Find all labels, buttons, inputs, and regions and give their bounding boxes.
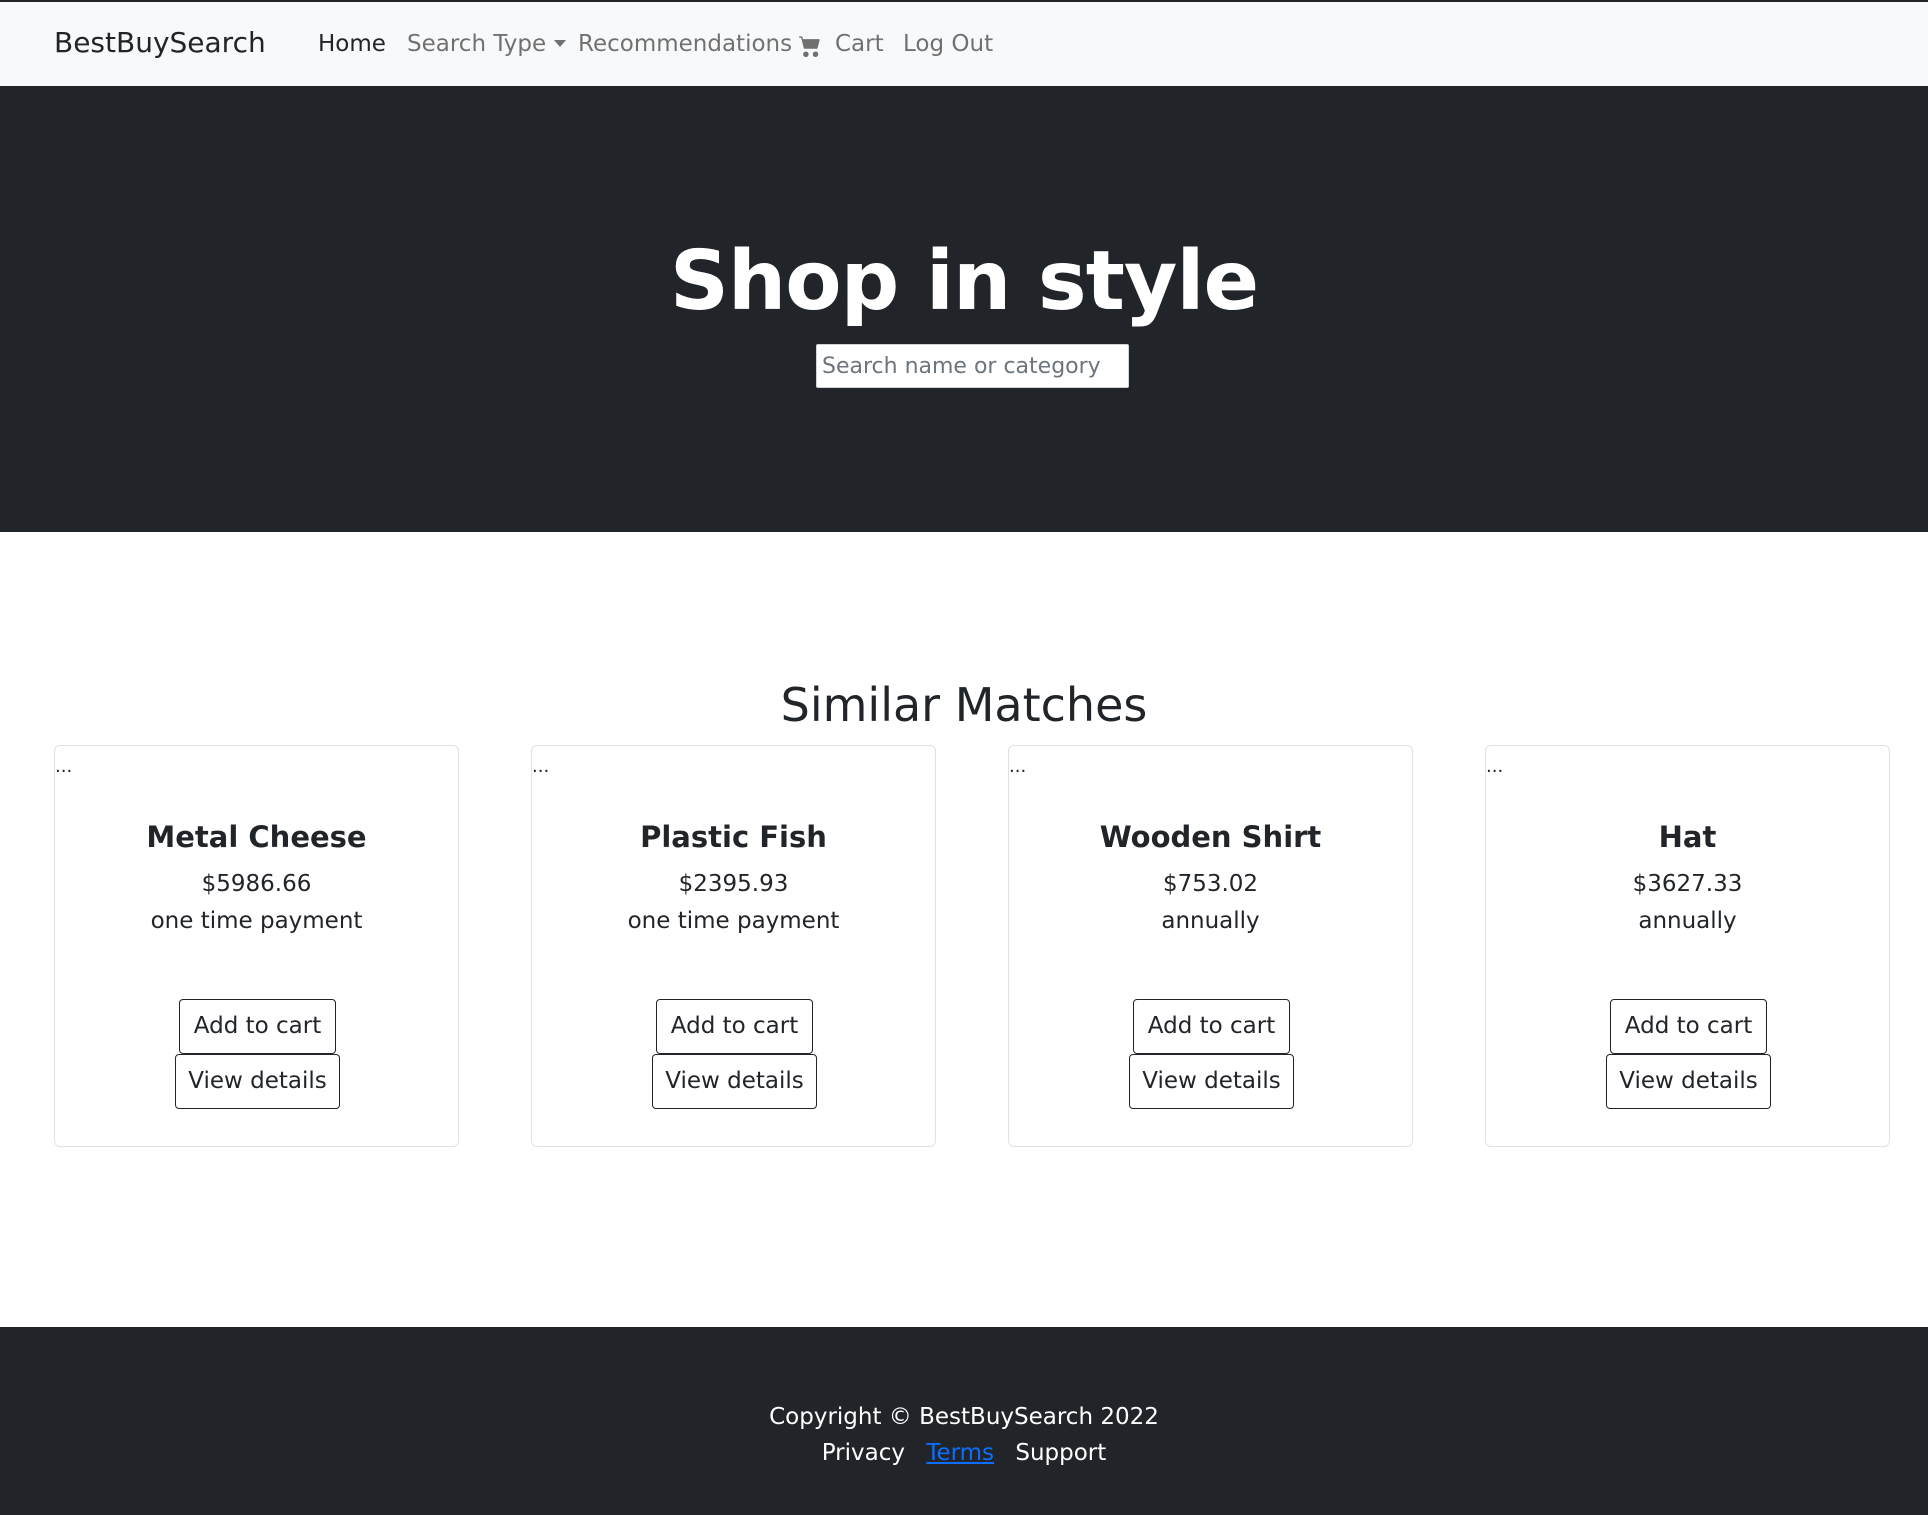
nav-cart[interactable]: Cart — [835, 31, 884, 57]
shopping-cart-icon[interactable] — [798, 35, 822, 57]
hero-title: Shop in style — [669, 234, 1259, 329]
search-input[interactable] — [816, 344, 1129, 388]
chevron-down-icon — [554, 40, 567, 47]
product-price: $753.02 — [1162, 871, 1259, 897]
product-price: $5986.66 — [201, 871, 312, 897]
footer: Copyright © BestBuySearch 2022 Privacy T… — [0, 1327, 1928, 1515]
view-details-button[interactable]: View details — [1606, 1054, 1771, 1109]
product-payment-term: one time payment — [150, 908, 363, 934]
product-image-placeholder: ... — [1486, 756, 1504, 777]
product-card: ... Metal Cheese $5986.66 one time payme… — [54, 745, 459, 1147]
view-details-button[interactable]: View details — [652, 1054, 817, 1109]
footer-privacy-link[interactable]: Privacy — [822, 1440, 905, 1466]
view-details-button[interactable]: View details — [175, 1054, 340, 1109]
product-name: Wooden Shirt — [1099, 820, 1322, 854]
product-name: Hat — [1658, 820, 1717, 854]
nav-search-type-dropdown[interactable]: Search Type — [407, 31, 567, 57]
navbar: BestBuySearch Home Search Type Recommend… — [0, 2, 1928, 86]
add-to-cart-button[interactable]: Add to cart — [1610, 999, 1767, 1054]
footer-links: Privacy Terms Support — [0, 1440, 1928, 1466]
add-to-cart-button[interactable]: Add to cart — [179, 999, 336, 1054]
similar-matches-title: Similar Matches — [780, 678, 1148, 732]
product-payment-term: one time payment — [627, 908, 840, 934]
product-price: $3627.33 — [1632, 871, 1743, 897]
add-to-cart-button[interactable]: Add to cart — [656, 999, 813, 1054]
nav-home[interactable]: Home — [318, 31, 386, 57]
view-details-button[interactable]: View details — [1129, 1054, 1294, 1109]
product-card: ... Plastic Fish $2395.93 one time payme… — [531, 745, 936, 1147]
brand-link[interactable]: BestBuySearch — [54, 26, 266, 59]
nav-recommendations[interactable]: Recommendations — [578, 31, 792, 57]
product-payment-term: annually — [1638, 908, 1737, 934]
product-price: $2395.93 — [678, 871, 789, 897]
product-image-placeholder: ... — [532, 756, 550, 777]
add-to-cart-button[interactable]: Add to cart — [1133, 999, 1290, 1054]
copyright-text: Copyright © BestBuySearch 2022 — [769, 1404, 1159, 1430]
footer-terms-link[interactable]: Terms — [926, 1440, 994, 1466]
product-name: Plastic Fish — [640, 820, 827, 854]
product-image-placeholder: ... — [55, 756, 73, 777]
product-image-placeholder: ... — [1009, 756, 1027, 777]
product-card: ... Wooden Shirt $753.02 annually Add to… — [1008, 745, 1413, 1147]
product-name: Metal Cheese — [146, 820, 367, 854]
hero-banner: Shop in style — [0, 86, 1928, 532]
product-payment-term: annually — [1161, 908, 1260, 934]
footer-support-link[interactable]: Support — [1015, 1440, 1106, 1466]
product-card: ... Hat $3627.33 annually Add to cart Vi… — [1485, 745, 1890, 1147]
nav-logout[interactable]: Log Out — [903, 31, 993, 57]
nav-search-type-label: Search Type — [407, 31, 547, 57]
